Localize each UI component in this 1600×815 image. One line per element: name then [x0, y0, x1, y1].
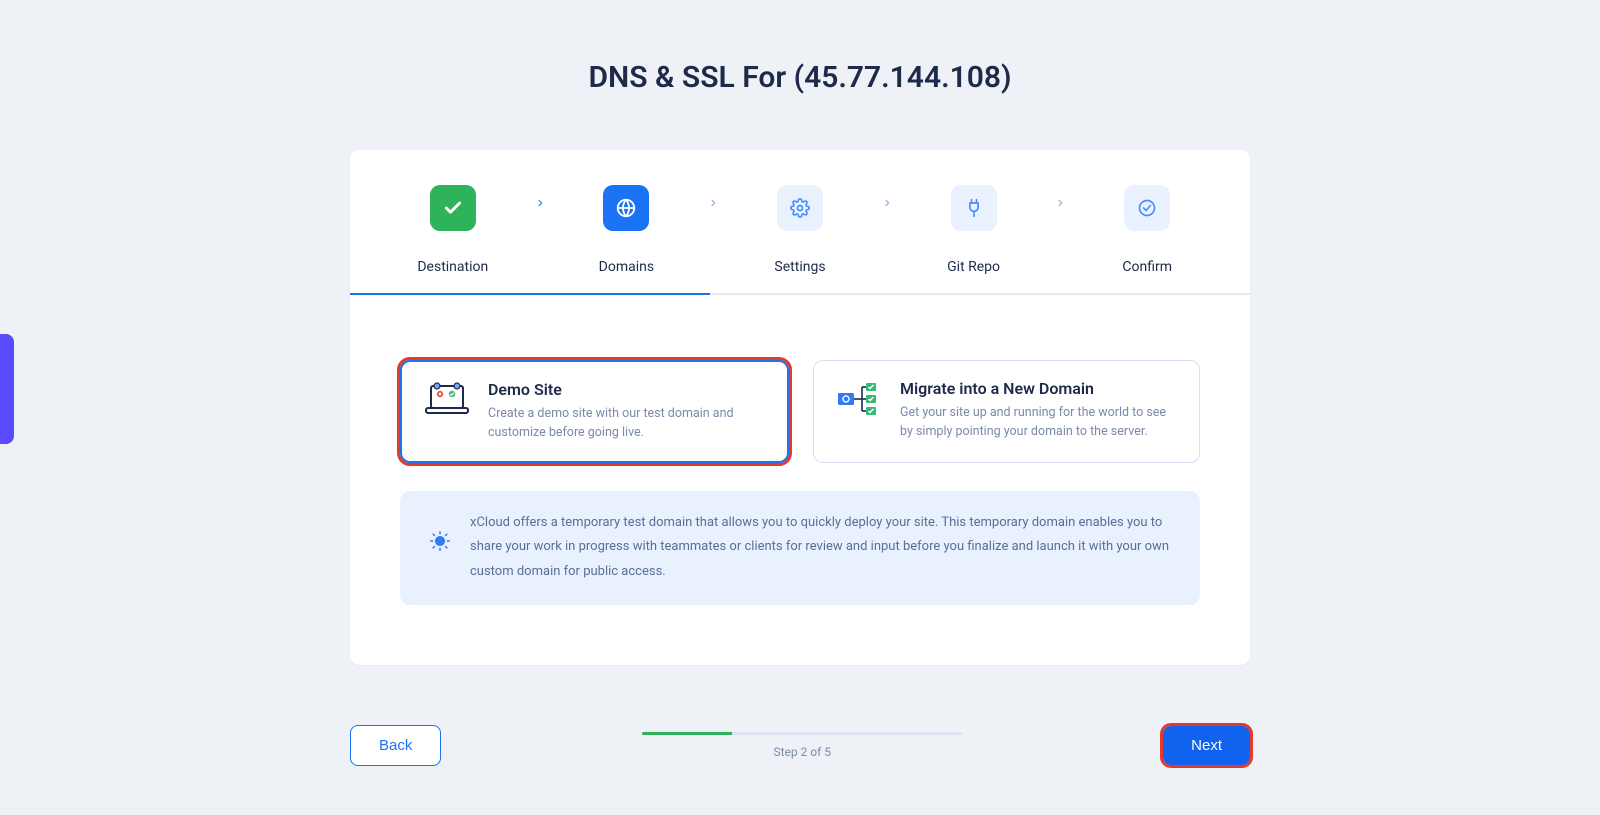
- chevron-right-icon: [526, 185, 554, 208]
- lightbulb-icon: [428, 529, 452, 553]
- info-box: xCloud offers a temporary test domain th…: [400, 491, 1200, 605]
- option-body: Migrate into a New Domain Get your site …: [900, 379, 1177, 442]
- step-settings[interactable]: Settings: [727, 185, 873, 275]
- step-label: Git Repo: [947, 259, 1000, 275]
- step-label: Settings: [774, 259, 825, 275]
- wizard-footer: Back Step 2 of 5 Next: [350, 725, 1250, 796]
- page-root: DNS & SSL For (45.77.144.108) Destinatio…: [0, 0, 1600, 815]
- laptop-icon: [424, 380, 470, 422]
- domain-options: Demo Site Create a demo site with our te…: [350, 295, 1250, 463]
- option-body: Demo Site Create a demo site with our te…: [488, 380, 765, 443]
- feedback-side-tab[interactable]: [0, 334, 14, 444]
- plug-icon: [951, 185, 997, 231]
- progress-label: Step 2 of 5: [773, 745, 831, 759]
- chevron-right-icon: [1046, 185, 1074, 208]
- step-destination[interactable]: Destination: [380, 185, 526, 275]
- wizard-card: Destination Domains Settings: [350, 150, 1250, 665]
- info-text: xCloud offers a temporary test domain th…: [470, 511, 1172, 585]
- option-migrate-domain[interactable]: Migrate into a New Domain Get your site …: [813, 360, 1200, 463]
- option-desc: Create a demo site with our test domain …: [488, 405, 765, 443]
- chevron-right-icon: [699, 185, 727, 208]
- progress-bar: [642, 732, 962, 735]
- check-circle-icon: [1124, 185, 1170, 231]
- step-domains[interactable]: Domains: [554, 185, 700, 275]
- check-icon: [430, 185, 476, 231]
- step-label: Domains: [599, 259, 654, 275]
- step-label: Destination: [417, 259, 488, 275]
- chevron-right-icon: [873, 185, 901, 208]
- gear-icon: [777, 185, 823, 231]
- progress-fill: [642, 732, 732, 735]
- step-git-repo[interactable]: Git Repo: [901, 185, 1047, 275]
- option-demo-site[interactable]: Demo Site Create a demo site with our te…: [400, 360, 789, 463]
- progress: Step 2 of 5: [441, 732, 1163, 759]
- migration-icon: [836, 379, 882, 421]
- back-button[interactable]: Back: [350, 725, 441, 766]
- option-desc: Get your site up and running for the wor…: [900, 404, 1177, 442]
- globe-icon: [603, 185, 649, 231]
- option-title: Migrate into a New Domain: [900, 379, 1177, 398]
- step-label: Confirm: [1122, 259, 1172, 275]
- stepper: Destination Domains Settings: [350, 150, 1250, 275]
- stepper-underline: [350, 293, 1250, 295]
- next-button[interactable]: Next: [1163, 726, 1250, 765]
- option-title: Demo Site: [488, 380, 765, 399]
- page-title: DNS & SSL For (45.77.144.108): [588, 60, 1011, 95]
- step-confirm[interactable]: Confirm: [1074, 185, 1220, 275]
